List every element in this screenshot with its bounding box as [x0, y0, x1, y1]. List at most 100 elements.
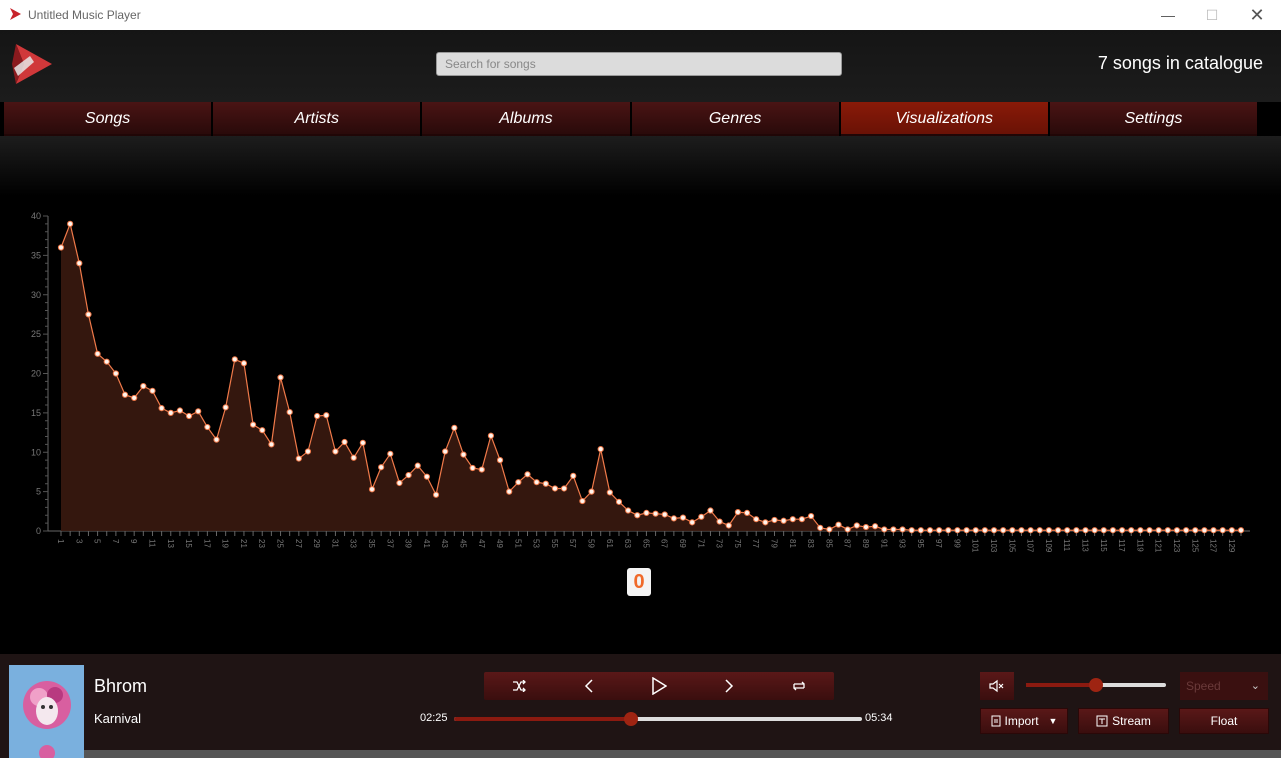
data-point	[1192, 527, 1199, 534]
data-point	[131, 394, 138, 402]
data-point	[634, 512, 641, 519]
y-tick-label: 20	[31, 369, 41, 379]
seek-slider[interactable]	[454, 712, 862, 726]
speed-select[interactable]: Speed ⌄	[1180, 672, 1268, 700]
horizontal-scrollbar[interactable]	[84, 750, 1281, 758]
data-point	[588, 488, 595, 495]
maximize-icon[interactable]: ☐	[1200, 4, 1224, 26]
stream-icon	[1096, 715, 1108, 727]
data-point	[332, 448, 339, 455]
data-point	[195, 408, 202, 415]
x-tick-label: 77	[751, 539, 760, 548]
volume-slider[interactable]	[1026, 678, 1166, 692]
data-point	[597, 446, 604, 453]
x-tick-label: 33	[349, 539, 358, 548]
data-point	[222, 404, 229, 411]
tab-albums[interactable]: Albums	[422, 102, 630, 136]
data-point	[780, 517, 787, 524]
volume-thumb[interactable]	[1089, 678, 1103, 692]
stream-button[interactable]: Stream	[1078, 708, 1169, 734]
x-tick-label: 57	[568, 539, 577, 548]
tab-visualizations[interactable]: Visualizations	[840, 102, 1048, 136]
tab-genres[interactable]: Genres	[631, 102, 839, 136]
x-tick-label: 43	[440, 539, 449, 548]
x-tick-label: 19	[221, 539, 230, 548]
speed-placeholder: Speed	[1186, 679, 1221, 693]
data-point	[762, 519, 769, 526]
data-point	[826, 526, 833, 533]
elapsed-time: 02:25	[420, 712, 448, 724]
data-point	[1137, 527, 1144, 534]
x-tick-label: 63	[623, 539, 632, 548]
data-point	[1018, 527, 1025, 534]
x-tick-label: 25	[276, 539, 285, 548]
x-tick-label: 125	[1190, 539, 1199, 553]
tab-settings[interactable]: Settings	[1049, 102, 1258, 136]
data-point	[460, 451, 467, 458]
x-tick-label: 1	[56, 539, 65, 544]
x-tick-label: 89	[861, 539, 870, 548]
search-input[interactable]	[436, 52, 842, 76]
x-tick-label: 61	[605, 539, 614, 548]
x-tick-label: 69	[678, 539, 687, 548]
data-point	[249, 421, 257, 428]
play-button[interactable]	[624, 672, 694, 700]
import-button[interactable]: Import ▼	[980, 708, 1068, 734]
chevron-down-icon[interactable]: ▼	[1049, 716, 1058, 726]
next-button[interactable]	[694, 672, 764, 700]
data-point	[1000, 527, 1007, 534]
data-point	[1201, 527, 1208, 534]
data-point	[378, 464, 385, 471]
data-point	[1128, 527, 1135, 534]
series-area	[61, 223, 1241, 531]
data-point	[94, 350, 101, 357]
close-icon[interactable]: ✕	[1245, 4, 1269, 26]
data-point	[1155, 527, 1162, 534]
data-point	[963, 527, 970, 534]
data-point	[121, 391, 129, 398]
x-tick-label: 117	[1117, 539, 1126, 552]
data-point	[341, 438, 348, 446]
x-tick-label: 91	[879, 539, 888, 548]
y-tick-label: 35	[31, 250, 41, 260]
data-point	[1045, 527, 1053, 534]
data-point	[103, 358, 110, 365]
float-button[interactable]: Float	[1179, 708, 1269, 734]
repeat-button[interactable]	[764, 672, 834, 700]
data-point	[707, 507, 714, 514]
data-point	[990, 527, 998, 534]
previous-button[interactable]	[554, 672, 624, 700]
data-point	[844, 526, 851, 533]
seek-thumb[interactable]	[624, 712, 639, 726]
data-point	[396, 479, 403, 487]
shuffle-button[interactable]	[484, 672, 554, 700]
logo-icon	[12, 44, 52, 84]
data-point	[807, 512, 815, 520]
data-point	[862, 523, 870, 531]
data-point	[1118, 527, 1126, 534]
shuffle-icon	[513, 680, 526, 692]
tab-songs[interactable]: Songs	[4, 102, 212, 136]
data-point	[295, 455, 302, 462]
y-tick-label: 15	[31, 408, 41, 418]
x-tick-label: 71	[696, 539, 705, 548]
data-point	[817, 524, 824, 531]
x-tick-label: 15	[184, 539, 193, 548]
title-bar: Untitled Music Player — ☐ ✕	[0, 0, 1281, 30]
seek-fill	[454, 717, 632, 721]
x-tick-label: 129	[1227, 539, 1236, 553]
data-point	[85, 311, 92, 318]
x-tick-label: 81	[788, 539, 797, 548]
playback-controls	[484, 672, 834, 700]
play-icon	[652, 677, 667, 695]
minimize-icon[interactable]: —	[1156, 4, 1180, 26]
x-tick-label: 121	[1154, 539, 1163, 553]
x-tick-label: 97	[934, 539, 943, 548]
x-tick-label: 3	[74, 539, 83, 544]
frequency-chart: 05101520253035401 3 5 7 9 11 13 15 17 19 21 23 25 27 2…	[31, 211, 1250, 553]
catalogue-count: 7 songs in catalogue	[1097, 53, 1263, 73]
tab-artists[interactable]: Artists	[213, 102, 421, 136]
data-point	[1164, 527, 1171, 534]
chevron-down-icon: ⌄	[1250, 680, 1260, 692]
mute-button[interactable]	[980, 672, 1014, 700]
